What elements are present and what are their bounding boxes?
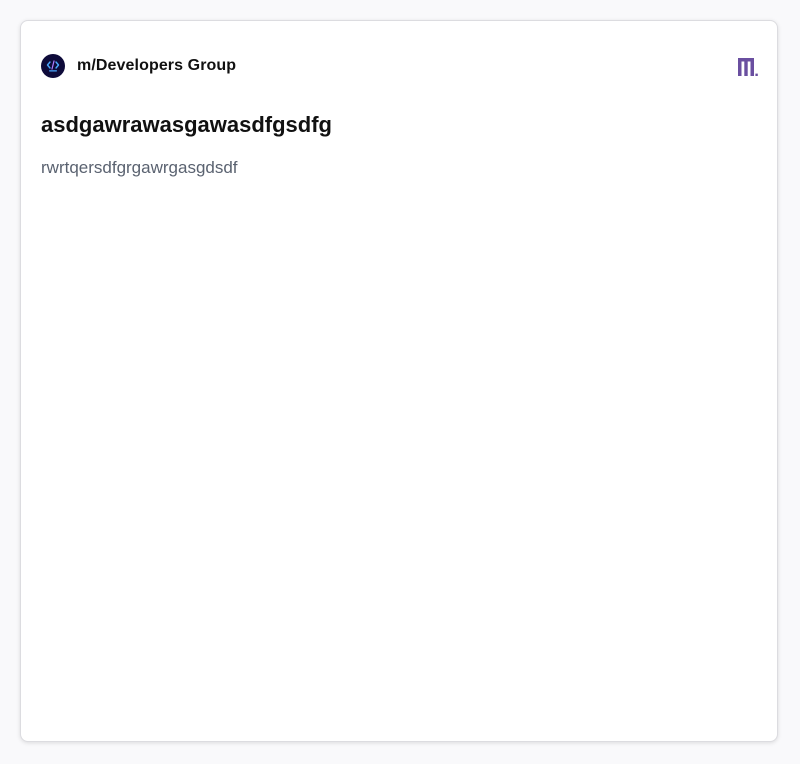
post-title: asdgawrawasgawasdfgsdfg bbox=[41, 112, 332, 137]
post-header: m/Developers Group bbox=[41, 54, 236, 78]
developers-group-logo-icon bbox=[46, 60, 60, 72]
post-body: rwrtqersdfgrgawrgasgdsdf bbox=[41, 158, 238, 177]
m-brand-logo-icon[interactable] bbox=[737, 55, 759, 77]
post-card[interactable]: m/Developers Group asdgawrawasgawasdfgsd… bbox=[20, 20, 778, 742]
group-avatar[interactable] bbox=[41, 54, 65, 78]
group-name[interactable]: m/Developers Group bbox=[77, 57, 236, 75]
